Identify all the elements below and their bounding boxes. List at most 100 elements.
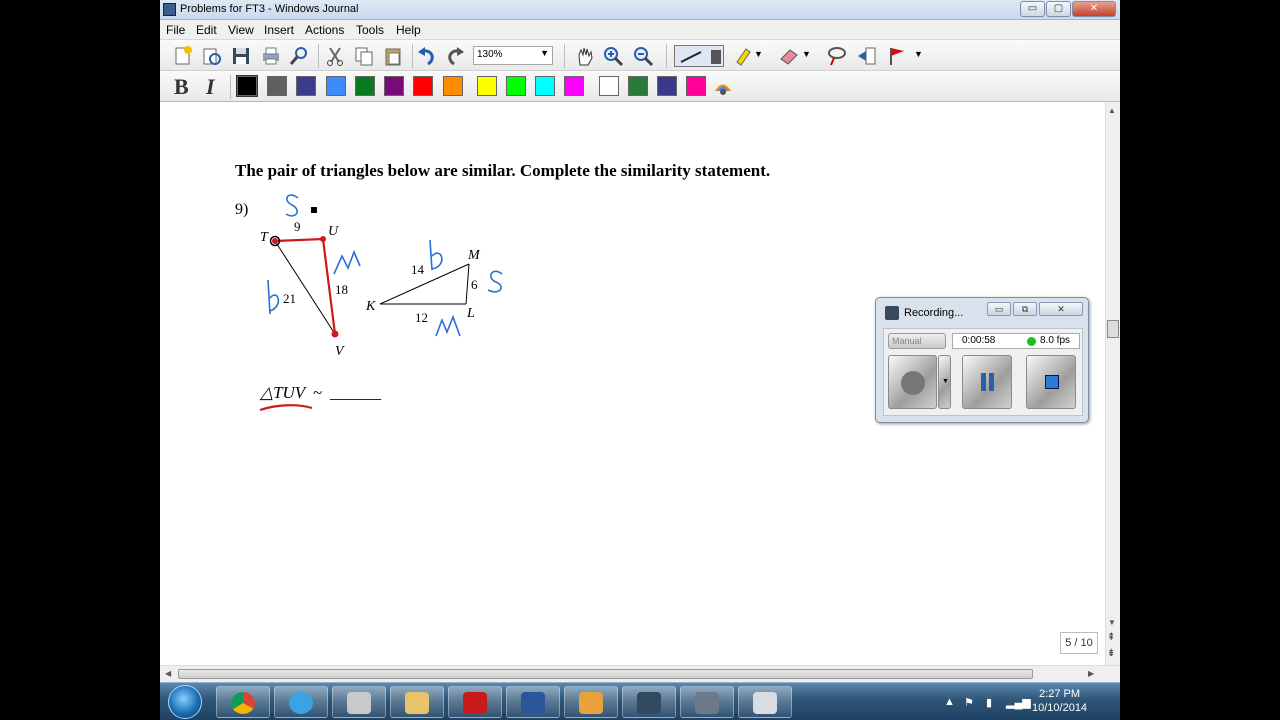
recording-mode-select[interactable]: Manual bbox=[888, 333, 946, 349]
color-swatch[interactable] bbox=[236, 75, 258, 97]
title-bar: Problems for FT3 - Windows Journal ▭ ▢ ✕ bbox=[160, 0, 1120, 20]
recording-close-button[interactable]: ✕ bbox=[1039, 302, 1083, 316]
elapsed-time: 0:00:58 bbox=[962, 335, 996, 346]
taskbar-calculator[interactable] bbox=[738, 686, 792, 718]
taskbar-adobe-reader[interactable] bbox=[448, 686, 502, 718]
color-swatch[interactable] bbox=[296, 76, 316, 96]
taskbar-outlook[interactable] bbox=[564, 686, 618, 718]
eraser-dropdown-icon[interactable]: ▼ bbox=[802, 49, 812, 71]
stop-button[interactable] bbox=[1026, 355, 1076, 409]
save-icon[interactable] bbox=[230, 45, 252, 67]
color-swatch[interactable] bbox=[267, 76, 287, 96]
status-indicator-icon bbox=[1027, 337, 1036, 346]
redo-icon[interactable] bbox=[444, 45, 466, 67]
maximize-button[interactable]: ▢ bbox=[1046, 1, 1071, 17]
menu-tools[interactable]: Tools bbox=[356, 23, 384, 37]
menu-help[interactable]: Help bbox=[396, 23, 421, 37]
recording-minimize-button[interactable]: ▭ bbox=[987, 302, 1011, 316]
undo-icon[interactable] bbox=[416, 45, 438, 67]
highlighter-dropdown-icon[interactable]: ▼ bbox=[754, 49, 764, 71]
highlighter-icon[interactable] bbox=[732, 45, 754, 67]
record-button[interactable] bbox=[888, 355, 937, 409]
zoom-out-icon[interactable] bbox=[632, 45, 654, 67]
paste-icon[interactable] bbox=[382, 45, 404, 67]
page-indicator: 5 / 10 bbox=[1060, 632, 1098, 654]
color-swatch[interactable] bbox=[535, 76, 555, 96]
scroll-down-icon[interactable]: ▼ bbox=[1108, 618, 1116, 627]
flag-icon[interactable] bbox=[886, 45, 908, 67]
scroll-left-icon[interactable]: ◀ bbox=[165, 669, 171, 678]
vertical-scrollbar[interactable]: ▲ ▼ ⇞ ⇟ bbox=[1105, 102, 1120, 665]
lasso-select-icon[interactable] bbox=[826, 45, 848, 67]
color-swatch[interactable] bbox=[443, 76, 463, 96]
taskbar-word[interactable] bbox=[506, 686, 560, 718]
color-swatch[interactable] bbox=[355, 76, 375, 96]
menu-file[interactable]: File bbox=[166, 23, 185, 37]
color-swatch[interactable] bbox=[657, 76, 677, 96]
color-swatch[interactable] bbox=[413, 76, 433, 96]
network-icon[interactable]: ▂▄▆ bbox=[1006, 696, 1031, 709]
print-icon[interactable] bbox=[260, 45, 282, 67]
fps-readout: 8.0 fps bbox=[1040, 335, 1071, 346]
start-button[interactable] bbox=[168, 685, 202, 719]
cut-icon[interactable] bbox=[324, 45, 346, 67]
recording-restore-button[interactable]: ⧉ bbox=[1013, 302, 1037, 316]
color-swatch[interactable] bbox=[599, 76, 619, 96]
clock[interactable]: 2:27 PM 10/10/2014 bbox=[1032, 687, 1087, 715]
taskbar-file-explorer[interactable] bbox=[390, 686, 444, 718]
record-icon bbox=[901, 371, 925, 395]
scroll-right-icon[interactable]: ▶ bbox=[1088, 669, 1094, 678]
color-swatch[interactable] bbox=[564, 76, 584, 96]
similarity-blank[interactable]: ______ bbox=[329, 383, 382, 402]
open-icon[interactable] bbox=[200, 45, 222, 67]
horizontal-scroll-thumb[interactable] bbox=[178, 669, 1033, 679]
previous-page-icon[interactable]: ⇞ bbox=[1107, 632, 1115, 643]
taskbar-chrome[interactable] bbox=[216, 686, 270, 718]
pan-hand-icon[interactable] bbox=[574, 45, 596, 67]
vertical-scroll-thumb[interactable] bbox=[1107, 320, 1119, 338]
new-note-icon[interactable] bbox=[172, 45, 194, 67]
color-swatch[interactable] bbox=[686, 76, 706, 96]
bold-button[interactable]: B bbox=[174, 74, 189, 100]
pen-tool-icon[interactable] bbox=[674, 45, 724, 67]
flag-icon[interactable]: ⚑ bbox=[964, 696, 974, 709]
pause-button[interactable] bbox=[962, 355, 1012, 409]
menu-view[interactable]: View bbox=[228, 23, 254, 37]
menu-edit[interactable]: Edit bbox=[196, 23, 217, 37]
color-swatch[interactable] bbox=[384, 76, 404, 96]
next-page-icon[interactable]: ⇟ bbox=[1107, 648, 1115, 659]
flag-dropdown-icon[interactable]: ▼ bbox=[914, 49, 924, 71]
standard-toolbar: 130% ▼ ▼ ▼ ▼ bbox=[160, 40, 1120, 71]
recording-panel: Manual 0:00:58 8.0 fps ▼ bbox=[883, 328, 1083, 416]
find-icon[interactable] bbox=[288, 45, 310, 67]
color-swatch[interactable] bbox=[326, 76, 346, 96]
vertex-m-label: M bbox=[467, 248, 481, 263]
color-swatch[interactable] bbox=[628, 76, 648, 96]
taskbar-paint[interactable] bbox=[332, 686, 386, 718]
color-swatch[interactable] bbox=[477, 76, 497, 96]
vertex-u-label: U bbox=[328, 224, 339, 239]
menu-insert[interactable]: Insert bbox=[264, 23, 294, 37]
eraser-icon[interactable] bbox=[778, 45, 800, 67]
color-picker-icon[interactable] bbox=[712, 76, 734, 98]
taskbar-camtasia-recorder[interactable] bbox=[680, 686, 734, 718]
italic-button[interactable]: I bbox=[206, 74, 215, 100]
color-swatch[interactable] bbox=[506, 76, 526, 96]
taskbar-camtasia[interactable] bbox=[622, 686, 676, 718]
copy-icon[interactable] bbox=[353, 45, 375, 67]
recording-dialog: Recording... ▭ ⧉ ✕ Manual 0:00:58 8.0 fp… bbox=[875, 297, 1089, 423]
annotation-s-2 bbox=[487, 270, 503, 293]
power-icon[interactable]: ▮ bbox=[986, 696, 992, 709]
zoom-select[interactable]: 130% ▼ bbox=[473, 46, 553, 65]
horizontal-scrollbar[interactable]: ◀ ▶ bbox=[160, 665, 1120, 682]
clock-time: 2:27 PM bbox=[1039, 688, 1081, 700]
zoom-in-icon[interactable] bbox=[602, 45, 624, 67]
minimize-button[interactable]: ▭ bbox=[1020, 1, 1045, 17]
insert-space-icon[interactable] bbox=[856, 45, 878, 67]
taskbar-internet-explorer[interactable] bbox=[274, 686, 328, 718]
menu-actions[interactable]: Actions bbox=[305, 23, 344, 37]
record-options-dropdown[interactable]: ▼ bbox=[938, 355, 951, 409]
scroll-up-icon[interactable]: ▲ bbox=[1108, 106, 1116, 115]
close-button[interactable]: ✕ bbox=[1072, 1, 1116, 17]
show-hidden-icons-icon[interactable]: ▲ bbox=[944, 696, 955, 708]
